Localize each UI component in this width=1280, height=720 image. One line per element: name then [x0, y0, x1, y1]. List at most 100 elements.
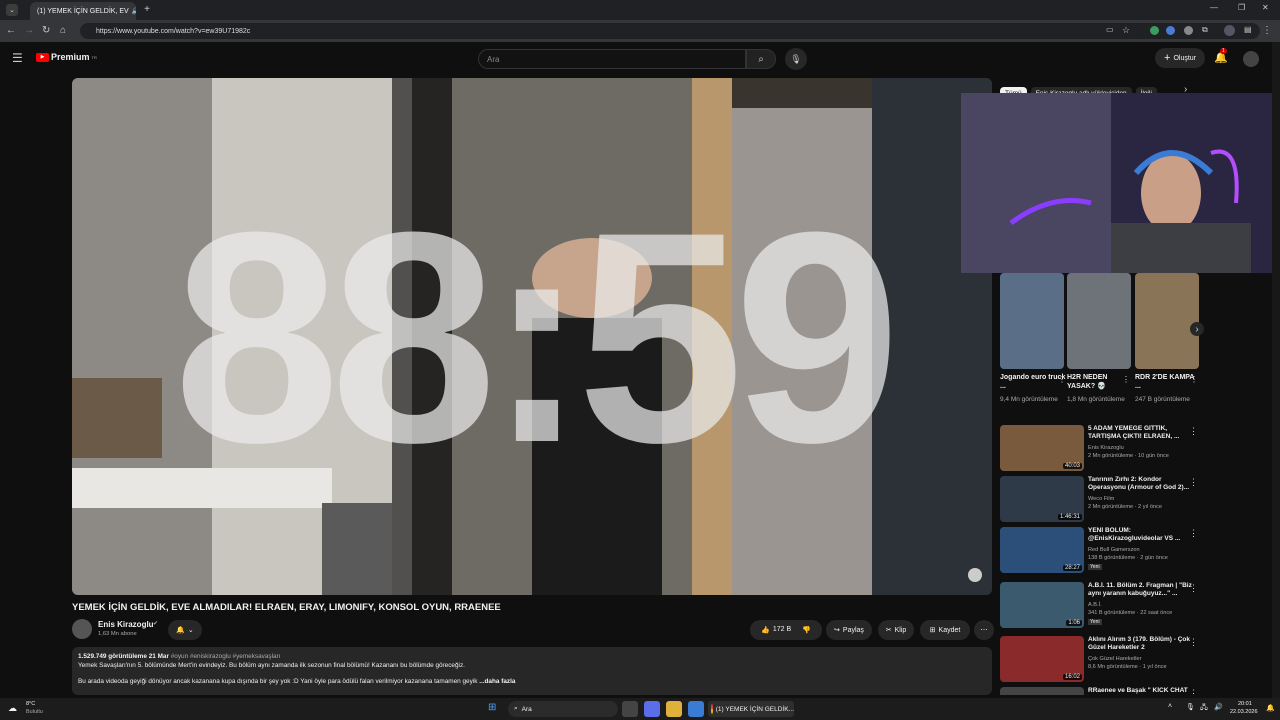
browser-menu-icon[interactable]: ⋮ — [1262, 25, 1272, 36]
short-thumbnail[interactable] — [1000, 273, 1064, 369]
more-vertical-icon[interactable]: ⋮ — [1189, 583, 1198, 594]
account-avatar[interactable] — [1243, 51, 1259, 67]
create-button[interactable]: + Oluştur — [1155, 48, 1205, 68]
short-more-icon[interactable]: ⋮ — [1190, 375, 1198, 384]
share-button[interactable]: ↪ Paylaş — [826, 620, 872, 640]
hashtags[interactable]: #oyun #eniskirazoglu #yemeksavaşları — [171, 653, 281, 660]
related-video-item[interactable]: 1:46:31 Tanrının Zırhı 2: Kondor Operasy… — [1000, 476, 1200, 526]
short-thumbnail[interactable] — [1135, 273, 1199, 369]
related-channel[interactable]: Red Bull Gamerszon — [1088, 547, 1140, 553]
network-icon[interactable]: 🖧 — [1200, 703, 1208, 714]
video-thumbnail[interactable]: 1:06 — [1000, 582, 1084, 628]
subscribed-bell-button[interactable]: 🔔 ⌄ — [168, 620, 202, 640]
back-icon[interactable]: ← — [6, 25, 16, 36]
show-more-link[interactable]: ...daha fazla — [479, 678, 515, 685]
copilot-icon[interactable] — [644, 701, 660, 717]
video-thumbnail[interactable] — [1000, 687, 1084, 695]
maximize-icon[interactable]: ❐ — [1238, 3, 1245, 12]
save-button[interactable]: ⊞ Kaydet — [920, 620, 970, 640]
extension-icon[interactable] — [1150, 26, 1159, 35]
related-video-item[interactable]: 1:06 A.B.İ. 11. Bölüm 2. Fragman | "Biz … — [1000, 582, 1200, 632]
short-title[interactable]: Jogando euro truck ... — [1000, 373, 1066, 391]
youtube-play-icon: ▶ — [36, 52, 49, 62]
short-more-icon[interactable]: ⋮ — [1058, 375, 1066, 384]
video-player[interactable]: 88:59 — [72, 78, 992, 595]
video-thumbnail[interactable]: 40:03 — [1000, 425, 1084, 471]
related-channel[interactable]: Weco Film — [1088, 496, 1114, 502]
related-title[interactable]: RRaenee ve Başak " KİCK CHAT — [1088, 687, 1192, 695]
related-video-item[interactable]: 28:27 YENİ BÖLÜM: @EnisKirazogluvideolar… — [1000, 527, 1200, 577]
notification-count-badge: 1 — [1220, 48, 1227, 54]
task-view-icon[interactable] — [622, 701, 638, 717]
clock-date[interactable]: 22.03.2026 — [1230, 709, 1258, 715]
extensions-puzzle-icon[interactable]: ⧉ — [1202, 25, 1208, 35]
related-title[interactable]: A.B.İ. 11. Bölüm 2. Fragman | "Biz aynı … — [1088, 582, 1192, 599]
clock-time[interactable]: 20:01 — [1238, 701, 1252, 707]
related-title[interactable]: 5 ADAM YEMEĞE GİTTİK, TARTIŞMA ÇIKTI! EL… — [1088, 425, 1192, 442]
profile-avatar[interactable] — [1224, 25, 1235, 36]
channel-name[interactable]: Enis Kirazoglu — [98, 620, 154, 629]
like-button[interactable]: 👍 172 B — [761, 626, 791, 634]
windows-start-icon[interactable]: ⊞ — [488, 702, 496, 713]
related-channel[interactable]: A.B.İ. — [1088, 602, 1102, 608]
more-vertical-icon[interactable]: ⋮ — [1189, 528, 1198, 539]
extension-icon[interactable] — [1184, 26, 1193, 35]
youtube-logo[interactable]: ▶ Premium TR — [36, 52, 97, 62]
related-video-item[interactable]: RRaenee ve Başak " KİCK CHAT ⋮ — [1000, 687, 1200, 695]
description-box[interactable]: 1.529.749 görüntüleme 21 Mar #oyun #enis… — [72, 647, 992, 695]
dislike-thumbs-down-icon[interactable]: 👎 — [802, 626, 811, 634]
address-bar-row: ← → ↻ ⌂ https://www.youtube.com/watch?v=… — [0, 20, 1280, 42]
more-vertical-icon[interactable]: ⋮ — [1189, 426, 1198, 437]
duration-badge: 40:03 — [1062, 463, 1082, 469]
more-vertical-icon[interactable]: ⋮ — [1189, 688, 1198, 695]
related-channel[interactable]: Çok Güzel Hareketler — [1088, 656, 1141, 662]
page-scrollbar[interactable] — [1272, 42, 1280, 698]
shorts-next-chevron-icon[interactable]: › — [1190, 322, 1204, 336]
chrome-taskbar-button[interactable]: (1) YEMEK İÇİN GELDİK... — [708, 701, 794, 717]
related-video-item[interactable]: 40:03 5 ADAM YEMEĞE GİTTİK, TARTIŞMA ÇIK… — [1000, 425, 1200, 475]
forward-icon[interactable]: → — [24, 25, 34, 36]
channel-watermark-icon[interactable] — [968, 568, 982, 582]
more-vertical-icon[interactable]: ⋮ — [1189, 637, 1198, 648]
new-tab-icon[interactable]: + — [142, 4, 152, 15]
more-actions-button[interactable]: ⋯ — [974, 620, 994, 640]
browser-tab[interactable]: (1) YEMEK İÇİN GELDİK, EV 🔊 ✕ — [30, 2, 136, 20]
video-thumbnail[interactable]: 16:02 — [1000, 636, 1084, 682]
volume-icon[interactable]: 🔊 — [1214, 703, 1223, 711]
mic-tray-icon[interactable]: 🎙 — [1186, 703, 1195, 711]
minimize-icon[interactable]: — — [1210, 3, 1218, 12]
related-title[interactable]: Aklını Alırım 3 (179. Bölüm) - Çok Güzel… — [1088, 636, 1192, 653]
cast-icon[interactable]: ▭ — [1106, 25, 1114, 34]
taskbar-search[interactable]: ⌕ Ara — [508, 701, 618, 717]
clip-button[interactable]: ✂ Klip — [878, 620, 914, 640]
url-field[interactable]: https://www.youtube.com/watch?v=ew39U719… — [80, 23, 1260, 39]
close-window-icon[interactable]: ✕ — [1262, 3, 1269, 12]
sidepanel-icon[interactable]: ▤ — [1244, 25, 1252, 34]
voice-search-button[interactable]: 🎙 — [785, 48, 807, 70]
search-input[interactable]: Ara — [478, 49, 746, 69]
home-icon[interactable]: ⌂ — [60, 25, 66, 36]
short-more-icon[interactable]: ⋮ — [1122, 375, 1130, 384]
video-thumbnail[interactable]: 1:46:31 — [1000, 476, 1084, 522]
related-video-item[interactable]: 16:02 Aklını Alırım 3 (179. Bölüm) - Çok… — [1000, 636, 1200, 686]
channel-row: Enis Kirazoglu ✔ 1,63 Mn abone 🔔 ⌄ 👍 172 B… — [72, 618, 994, 642]
notification-bell-icon[interactable]: 🔔 — [1266, 704, 1275, 712]
weather-cloud-icon[interactable]: ☁ — [8, 703, 17, 714]
bookmark-star-icon[interactable]: ☆ — [1122, 25, 1130, 36]
extension-icon[interactable] — [1166, 26, 1175, 35]
more-vertical-icon[interactable]: ⋮ — [1189, 477, 1198, 488]
related-title[interactable]: YENİ BÖLÜM: @EnisKirazogluvideolar VS ..… — [1088, 527, 1192, 544]
search-button[interactable]: ⌕ — [746, 49, 776, 69]
related-title[interactable]: Tanrının Zırhı 2: Kondor Operasyonu (Arm… — [1088, 476, 1192, 493]
store-icon[interactable] — [688, 701, 704, 717]
tab-search-icon[interactable]: ⌄ — [6, 4, 18, 16]
video-thumbnail[interactable]: 28:27 — [1000, 527, 1084, 573]
premium-logo-text: Premium — [51, 52, 90, 62]
channel-avatar[interactable] — [72, 619, 92, 639]
file-explorer-icon[interactable] — [666, 701, 682, 717]
reload-icon[interactable]: ↻ — [42, 25, 50, 36]
hamburger-menu-icon[interactable]: ☰ — [12, 51, 23, 65]
related-channel[interactable]: Enis Kirazoglu — [1088, 445, 1124, 451]
tray-chevron-icon[interactable]: ˄ — [1168, 703, 1172, 710]
short-thumbnail[interactable] — [1067, 273, 1131, 369]
